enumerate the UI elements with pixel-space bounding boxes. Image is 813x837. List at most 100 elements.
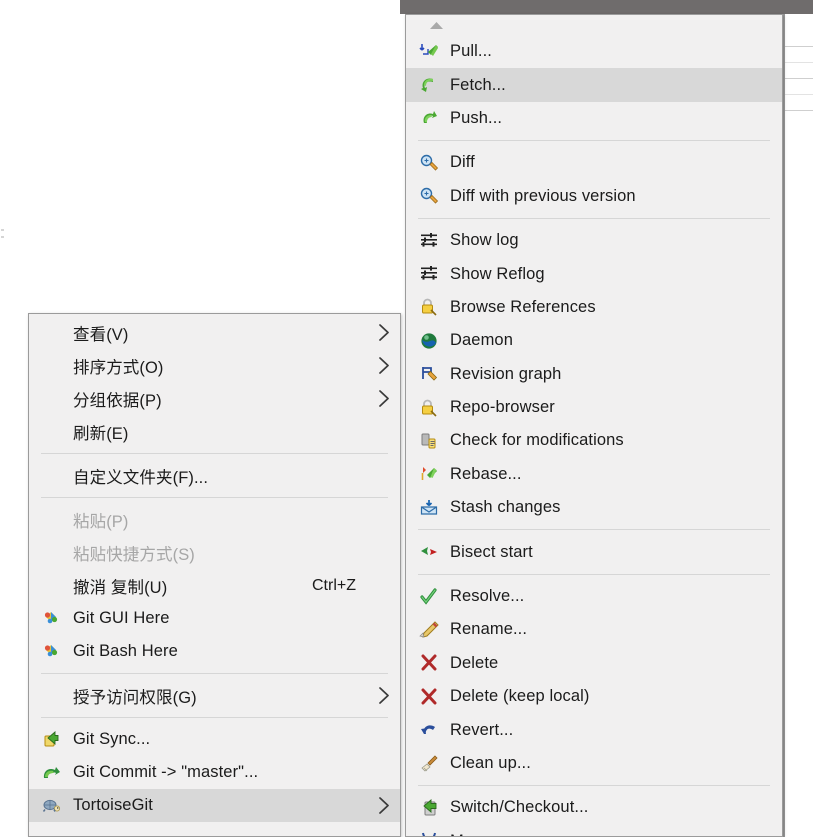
menu-item-show-log[interactable]: Show log xyxy=(406,224,782,257)
menu-item-git-gui-here[interactable]: Git GUI Here xyxy=(29,602,400,635)
menu-item-stash-changes[interactable]: Stash changes xyxy=(406,491,782,524)
menu-item-label: 自定义文件夹(F)... xyxy=(73,468,209,487)
menu-item-repo-browser[interactable]: Repo-browser xyxy=(406,391,782,424)
menu-item-label: 刷新(E) xyxy=(73,424,129,443)
menu-item-排序方式-o[interactable]: 排序方式(O) xyxy=(29,349,400,382)
background-list-line xyxy=(785,46,813,47)
switch-checkout-icon xyxy=(416,797,442,819)
menu-item-label: Merge... xyxy=(450,832,746,836)
menu-item-check-for-modifications[interactable]: Check for modifications xyxy=(406,424,782,457)
menu-separator xyxy=(418,785,770,787)
menu-item-daemon[interactable]: Daemon xyxy=(406,324,782,357)
menu-item-label: Diff xyxy=(450,153,475,172)
menu-item-clean-up[interactable]: Clean up... xyxy=(406,747,782,780)
menu-item-delete-keep-local[interactable]: Delete (keep local) xyxy=(406,680,782,713)
diff-icon xyxy=(416,152,442,174)
menu-item-label: Pull... xyxy=(450,42,492,61)
menu-item-browse-references[interactable]: Browse References xyxy=(406,291,782,324)
menu-item-授予访问权限-g[interactable]: 授予访问权限(G) xyxy=(29,679,400,712)
menu-item-delete[interactable]: Delete xyxy=(406,647,782,680)
menu-item-icon-placeholder xyxy=(39,355,63,377)
menu-item-label: Git Sync... xyxy=(73,730,151,748)
menu-item-git-sync[interactable]: Git Sync... xyxy=(29,723,400,756)
menu-item-粘贴快捷方式-s: 粘贴快捷方式(S) xyxy=(29,536,400,569)
background-window-titlebar xyxy=(400,0,813,14)
menu-item-pull[interactable]: Pull... xyxy=(406,35,782,68)
menu-item-label: Revert... xyxy=(450,720,514,739)
menu-separator xyxy=(41,453,388,454)
diff-prev-icon xyxy=(416,185,442,207)
tortoise-icon xyxy=(39,795,63,817)
menu-item-label: 粘贴快捷方式(S) xyxy=(73,545,195,564)
tortoisegit-submenu[interactable]: Pull... Fetch... Push... Diff Diff with prev… xyxy=(405,14,783,837)
submenu-chevron-right-icon xyxy=(376,390,392,407)
background-explorer-window xyxy=(783,14,813,837)
menu-item-label: Push... xyxy=(450,108,503,127)
menu-item-label: Diff with previous version xyxy=(450,186,636,205)
menu-item-label: 撤消 复制(U) xyxy=(73,578,168,597)
menu-item-label: 查看(V) xyxy=(73,325,129,344)
check-modifications-icon xyxy=(416,430,442,452)
chevron-right-icon xyxy=(378,324,389,341)
submenu-chevron-right-icon xyxy=(376,687,392,704)
scroll-up-button[interactable] xyxy=(406,15,782,35)
menu-item-merge[interactable]: Merge... xyxy=(406,825,782,836)
background-list-line xyxy=(785,78,813,79)
explorer-context-menu[interactable]: 查看(V) 排序方式(O) 分组依据(P) 刷新(E) 自定义文件夹(F)... 粘贴(P… xyxy=(28,313,401,837)
repo-browser-icon xyxy=(416,397,442,419)
menu-item-label: Browse References xyxy=(450,297,596,316)
menu-item-刷新-e[interactable]: 刷新(E) xyxy=(29,415,400,448)
menu-item-label: Delete xyxy=(450,653,499,672)
menu-item-icon-placeholder xyxy=(39,509,63,531)
menu-item-label: TortoiseGit xyxy=(73,796,153,814)
menu-item-自定义文件夹-f[interactable]: 自定义文件夹(F)... xyxy=(29,459,400,492)
rebase-icon xyxy=(416,463,442,485)
menu-item-fetch[interactable]: Fetch... xyxy=(406,68,782,102)
menu-item-label: Show Reflog xyxy=(450,264,545,283)
menu-item-撤消-复制-u[interactable]: 撤消 复制(U) Ctrl+Z xyxy=(29,569,400,602)
menu-item-分组依据-p[interactable]: 分组依据(P) xyxy=(29,382,400,415)
menu-item-label: 授予访问权限(G) xyxy=(73,688,197,707)
menu-item-show-reflog[interactable]: Show Reflog xyxy=(406,257,782,290)
menu-separator xyxy=(41,717,388,718)
resolve-icon xyxy=(416,586,442,608)
menu-item-icon-placeholder xyxy=(39,685,63,707)
merge-icon xyxy=(416,830,442,836)
menu-item-rename[interactable]: Rename... xyxy=(406,613,782,646)
delete-icon xyxy=(416,652,442,674)
menu-separator xyxy=(418,573,770,575)
delete-keep-local-icon xyxy=(416,686,442,708)
menu-item-rebase[interactable]: Rebase... xyxy=(406,458,782,491)
menu-item-label: Delete (keep local) xyxy=(450,687,590,706)
menu-item-icon-placeholder xyxy=(39,388,63,410)
menu-item-revision-graph[interactable]: Revision graph xyxy=(406,358,782,391)
browse-references-icon xyxy=(416,296,442,318)
menu-item-diff-with-previous-version[interactable]: Diff with previous version xyxy=(406,180,782,213)
submenu-chevron-right-icon xyxy=(376,324,392,341)
fetch-icon xyxy=(416,74,442,96)
git-diamond-icon xyxy=(39,608,63,630)
menu-item-switch-checkout[interactable]: Switch/Checkout... xyxy=(406,791,782,824)
menu-item-bisect-start[interactable]: Bisect start xyxy=(406,535,782,568)
menu-item-label: Rebase... xyxy=(450,464,522,483)
menu-item-label: Daemon xyxy=(450,331,513,350)
menu-item-tortoisegit[interactable]: TortoiseGit xyxy=(29,789,400,822)
menu-item-icon-placeholder xyxy=(39,575,63,597)
submenu-chevron-right-icon xyxy=(376,797,392,814)
background-list-line xyxy=(785,62,813,63)
show-log-icon xyxy=(416,230,442,252)
menu-item-icon-placeholder xyxy=(39,322,63,344)
menu-item-查看-v[interactable]: 查看(V) xyxy=(29,316,400,349)
menu-item-diff[interactable]: Diff xyxy=(406,146,782,179)
menu-item-icon-placeholder xyxy=(39,421,63,443)
menu-item-git-bash-here[interactable]: Git Bash Here xyxy=(29,635,400,668)
chevron-right-icon xyxy=(378,687,389,704)
menu-separator xyxy=(418,217,770,219)
menu-item-push[interactable]: Push... xyxy=(406,102,782,135)
menu-item-resolve[interactable]: Resolve... xyxy=(406,580,782,613)
menu-item-label: Repo-browser xyxy=(450,398,555,417)
menu-item-git-commit-master[interactable]: Git Commit -> "master"... xyxy=(29,756,400,789)
menu-item-revert[interactable]: Revert... xyxy=(406,713,782,746)
menu-item-粘贴-p: 粘贴(P) xyxy=(29,503,400,536)
chevron-right-icon xyxy=(378,357,389,374)
